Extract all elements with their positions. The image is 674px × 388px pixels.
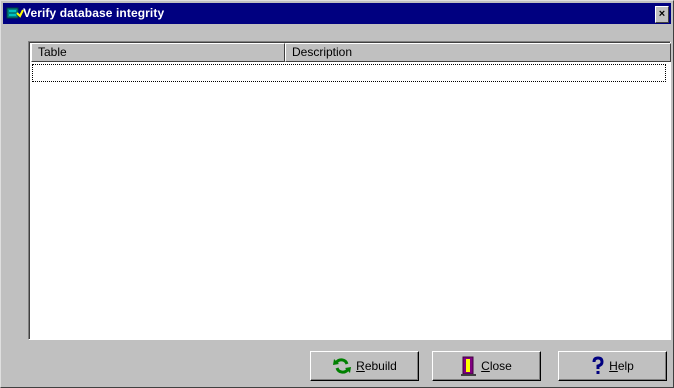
database-check-icon (6, 5, 24, 22)
help-label: Help (609, 359, 634, 373)
column-header-table[interactable]: Table (31, 43, 285, 62)
list-header: Table Description (31, 43, 671, 62)
refresh-icon (333, 358, 352, 374)
question-icon (592, 356, 604, 374)
close-label: Close (481, 359, 512, 373)
title-bar[interactable]: Verify database integrity × (3, 3, 671, 24)
table-list-view[interactable]: Table Description (28, 41, 671, 340)
focused-empty-row[interactable] (32, 64, 666, 82)
rebuild-label: Rebuild (356, 359, 397, 373)
rebuild-button[interactable]: Rebuild (310, 351, 419, 381)
door-exit-icon (461, 356, 477, 376)
close-window-button[interactable]: × (655, 6, 669, 23)
window-title: Verify database integrity (23, 6, 165, 20)
close-button[interactable]: Close (432, 351, 541, 381)
help-button[interactable]: Help (558, 351, 667, 381)
column-header-description[interactable]: Description (285, 43, 671, 62)
dialog-window: Verify database integrity × Table Descri… (0, 0, 674, 388)
